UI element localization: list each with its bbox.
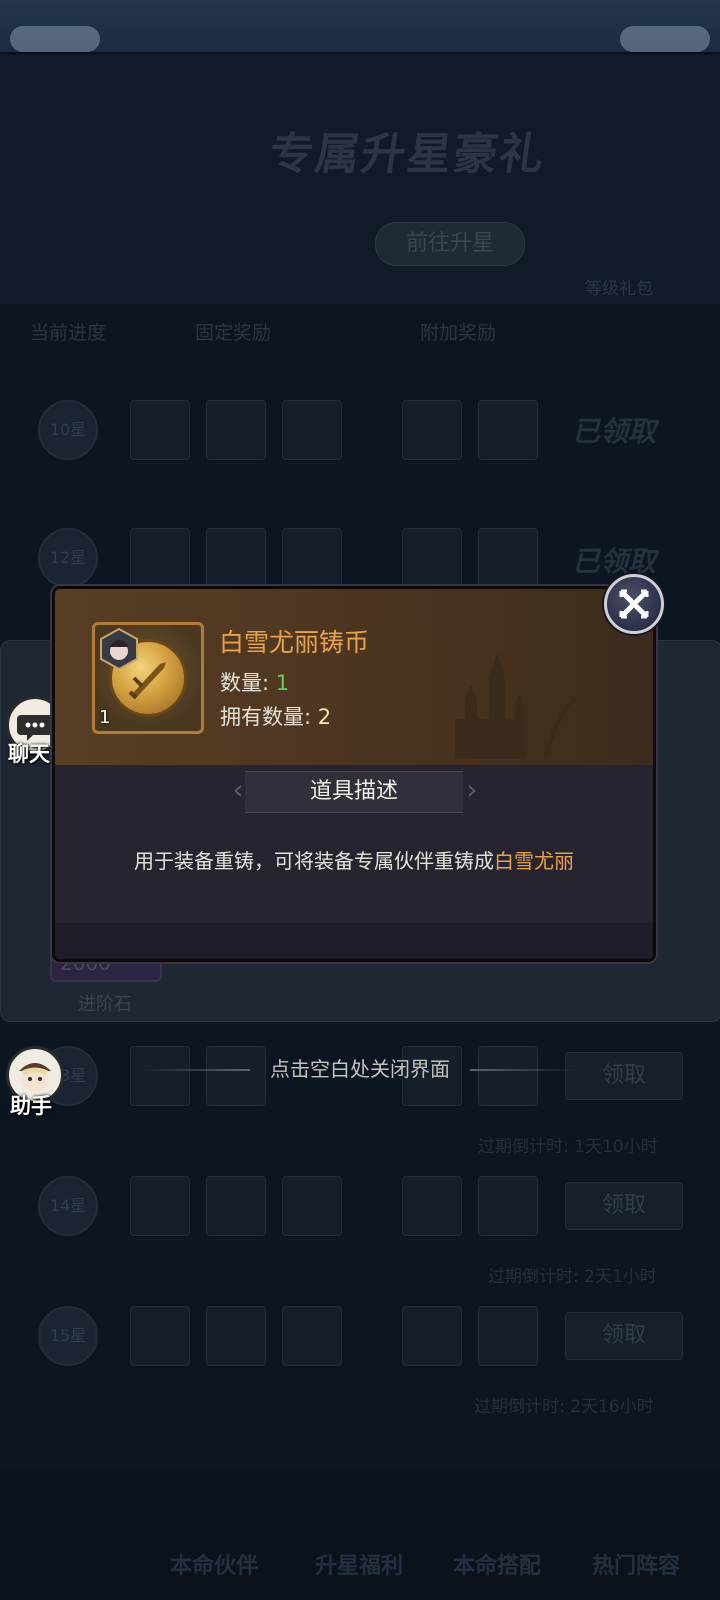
owned-quantity-line: 拥有数量: 2 [220,701,331,731]
claim-button[interactable]: 领取 [565,1182,683,1230]
reward-slot[interactable] [206,1306,266,1366]
cloud-decoration [10,26,100,52]
reward-slot[interactable] [402,1306,462,1366]
owned-quantity-value: 2 [317,705,332,729]
close-dialog-button[interactable] [604,574,664,634]
quantity-label: 数量: [220,671,270,695]
description-text: 用于装备重铸，可将装备专属伙伴重铸成 [134,849,494,873]
owned-quantity-label: 拥有数量: [220,705,312,729]
expire-countdown: 过期倒计时: 2天1小时 [488,1267,657,1287]
reward-slot[interactable] [130,1306,190,1366]
item-name: 白雪尤丽铸币 [219,628,370,657]
column-header-extra-reward: 附加奖励 [420,322,497,344]
reward-slot[interactable] [478,1306,538,1366]
claimed-stamp: 已领取 [572,415,657,448]
reward-slot[interactable] [282,1306,342,1366]
expire-countdown: 过期倒计时: 1天10小时 [478,1137,658,1157]
reward-slot[interactable] [402,528,462,588]
reward-slot[interactable] [130,1176,190,1236]
tap-blank-to-close-hint[interactable]: 点击空白处关闭界面 [0,1052,720,1086]
reward-slot[interactable] [206,1176,266,1236]
row-star-badge: 14星 [38,1176,98,1236]
quantity-line: 数量: 1 [220,667,289,697]
reward-slot[interactable] [282,528,342,588]
item-description: 用于装备重铸，可将装备专属伙伴重铸成白雪尤丽 [55,845,653,874]
row-star-badge: 12星 [38,528,98,588]
reward-slot[interactable] [478,400,538,460]
description-highlight: 白雪尤丽 [494,849,574,873]
expire-countdown: 过期倒计时: 2天16小时 [474,1397,654,1417]
go-star-up-button[interactable]: 前往升星 [375,222,525,266]
character-portrait-icon [100,627,138,671]
reward-slot[interactable] [282,400,342,460]
description-section-title: 道具描述 [245,771,463,813]
advance-stone-label: 进阶石 [78,994,132,1015]
reward-slot[interactable] [130,528,190,588]
reward-slot[interactable] [478,1176,538,1236]
nav-tab-destiny-match[interactable]: 本命搭配 [453,1548,541,1580]
claim-button[interactable]: 领取 [565,1312,683,1360]
reward-slot[interactable] [130,400,190,460]
nav-tab-destiny-partner[interactable]: 本命伙伴 [170,1548,258,1580]
dialog-footer [55,923,653,959]
reward-slot[interactable] [478,528,538,588]
nav-tab-hot-lineup[interactable]: 热门阵容 [592,1548,680,1580]
reward-slot[interactable] [402,400,462,460]
item-icon-frame: 1 [92,622,204,734]
reward-slot[interactable] [206,400,266,460]
column-header-fixed-reward: 固定奖励 [195,322,272,344]
castle-silhouette-decoration [455,653,577,759]
chat-button-label: 聊天 [8,742,50,766]
assistant-button-label: 助手 [10,1094,52,1118]
bottom-navigation [0,1470,720,1600]
item-stack-count: 1 [99,707,111,728]
nav-tab-star-welfare[interactable]: 升星福利 [315,1548,403,1580]
close-x-icon [619,589,649,619]
row-star-badge: 15星 [38,1306,98,1366]
banner-title: 专属升星豪礼 [265,129,549,180]
level-pack-link[interactable]: 等级礼包 [585,274,653,299]
dialog-header: 1 白雪尤丽铸币 数量: 1 拥有数量: 2 [55,589,653,765]
column-header-progress: 当前进度 [30,322,107,344]
reward-slot[interactable] [206,528,266,588]
quantity-value: 1 [275,671,290,695]
cloud-decoration [620,26,710,52]
item-info-dialog: 1 白雪尤丽铸币 数量: 1 拥有数量: 2 ‹ › 道具描述 用于装备重铸，可… [52,586,656,962]
reward-slot[interactable] [402,1176,462,1236]
top-status-bar [0,0,720,54]
reward-slot[interactable] [282,1176,342,1236]
claimed-stamp: 已领取 [572,545,657,578]
row-star-badge: 10星 [38,400,98,460]
